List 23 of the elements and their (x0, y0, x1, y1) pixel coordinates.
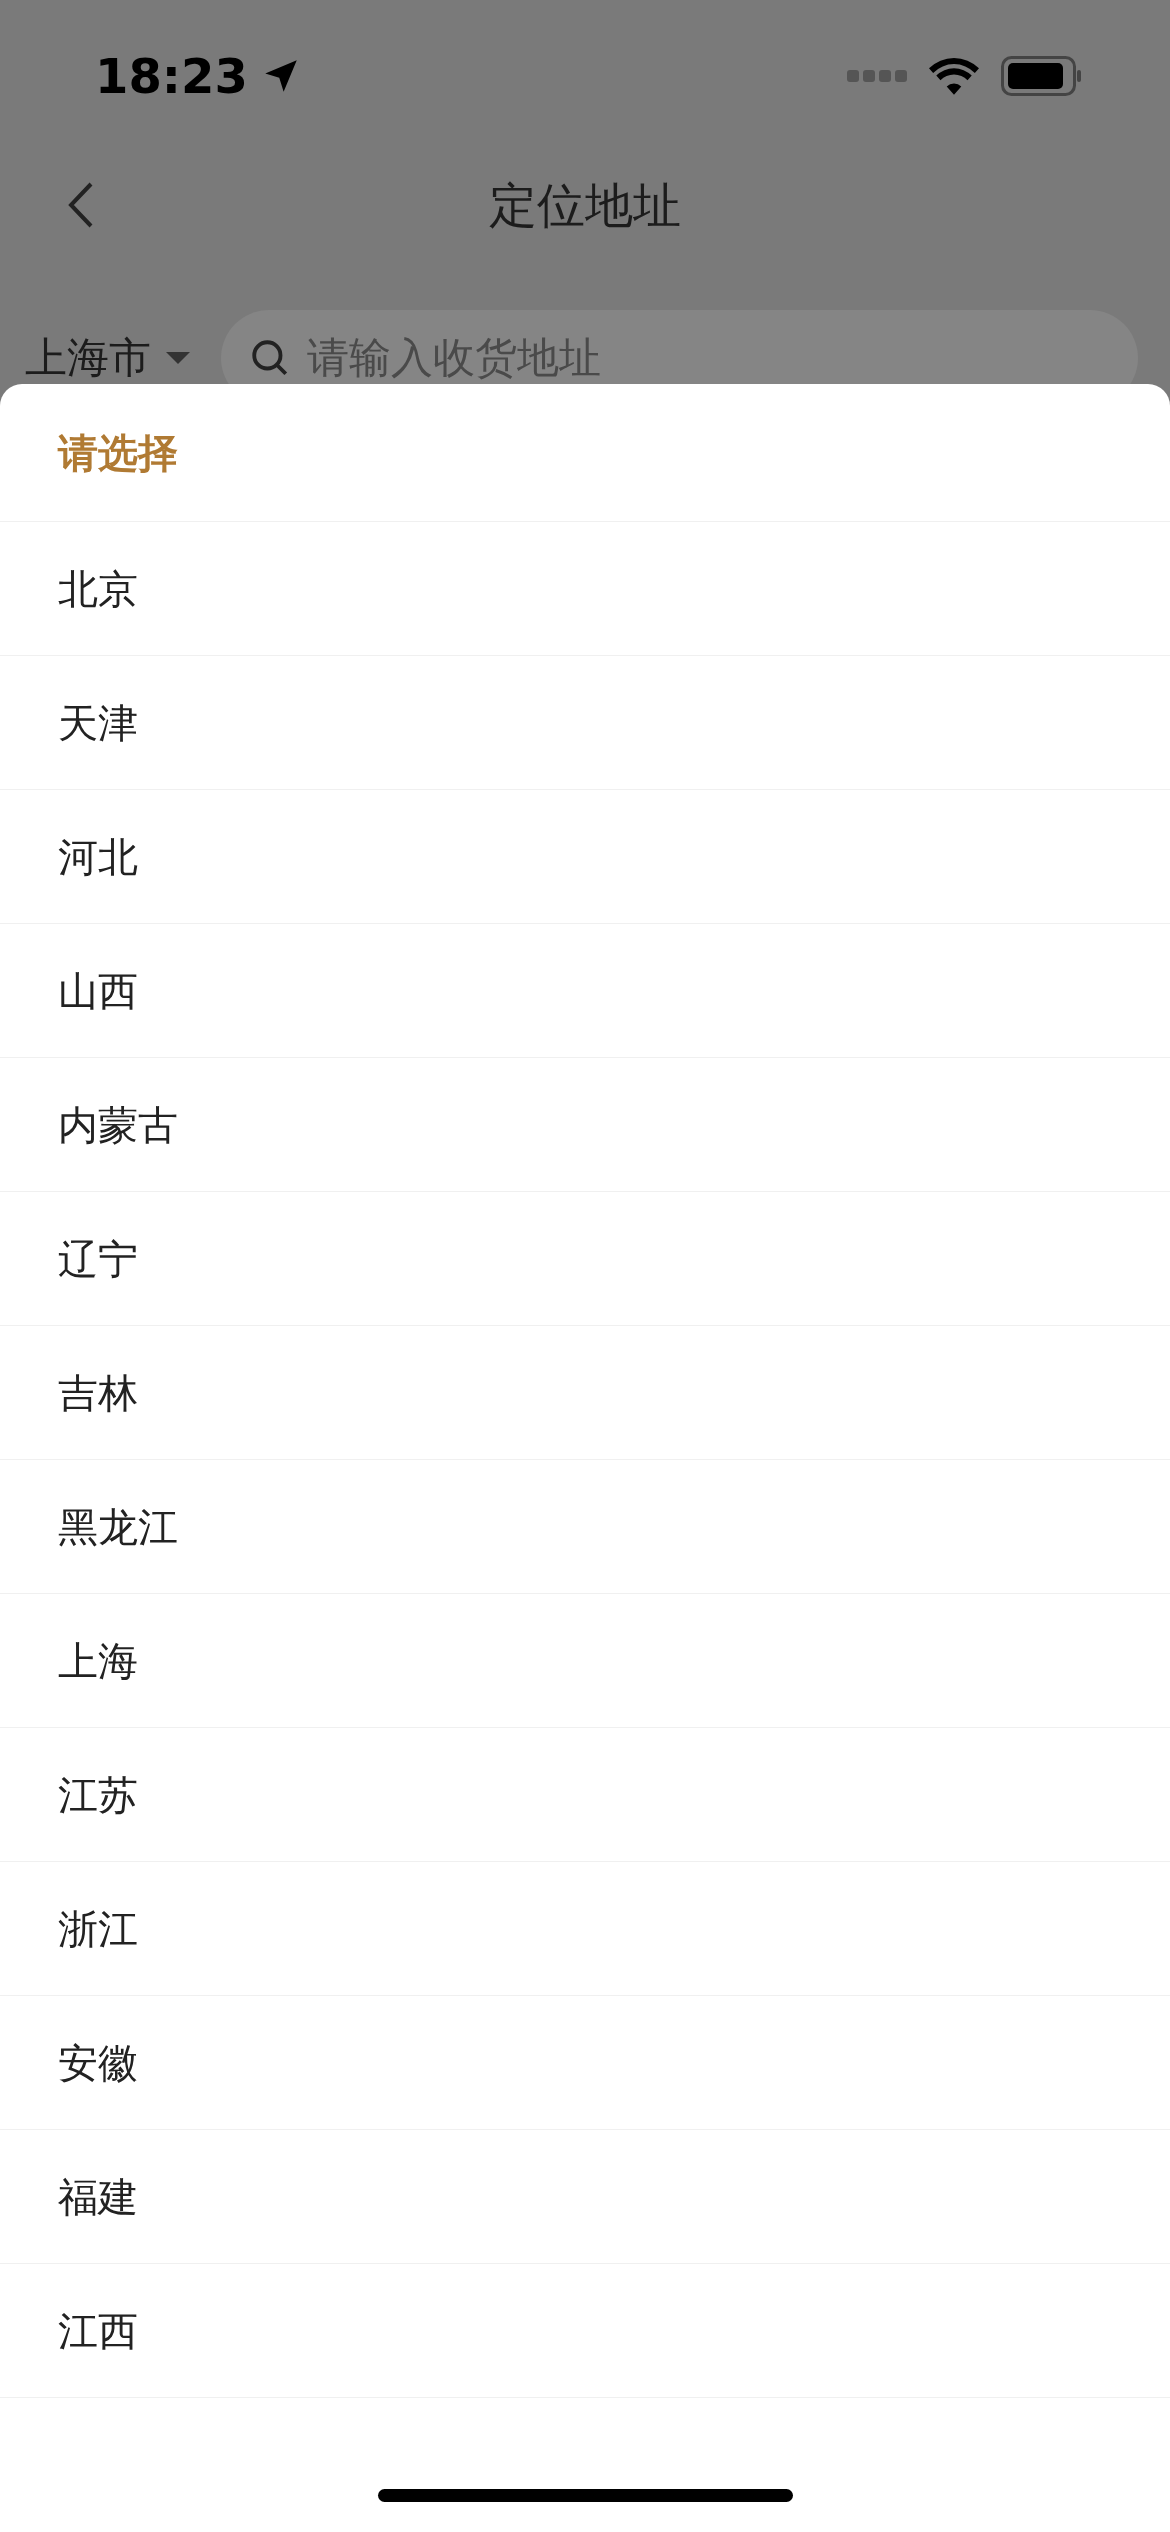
page-title: 定位地址 (489, 176, 681, 235)
province-option[interactable]: 河北 (0, 790, 1170, 924)
status-time: 18:23 (95, 52, 248, 100)
province-option[interactable]: 内蒙古 (0, 1058, 1170, 1192)
wifi-icon (929, 57, 979, 95)
province-option[interactable]: 上海 (0, 1594, 1170, 1728)
province-option[interactable]: 浙江 (0, 1862, 1170, 1996)
sheet-title: 请选择 (58, 428, 178, 478)
signal-icon (847, 69, 907, 83)
province-option[interactable]: 福建 (0, 2130, 1170, 2264)
city-selector[interactable]: 上海市 (25, 337, 151, 379)
dropdown-caret-icon (165, 350, 191, 366)
province-option[interactable]: 天津 (0, 656, 1170, 790)
province-option[interactable]: 江苏 (0, 1728, 1170, 1862)
province-option[interactable]: 安徽 (0, 1996, 1170, 2130)
province-option[interactable]: 江西 (0, 2264, 1170, 2398)
province-option[interactable]: 吉林 (0, 1326, 1170, 1460)
province-option[interactable]: 辽宁 (0, 1192, 1170, 1326)
province-option[interactable]: 山西 (0, 924, 1170, 1058)
province-option[interactable]: 黑龙江 (0, 1460, 1170, 1594)
search-placeholder: 请输入收货地址 (307, 337, 601, 379)
battery-icon (1001, 56, 1083, 96)
province-option[interactable]: 北京 (0, 522, 1170, 656)
